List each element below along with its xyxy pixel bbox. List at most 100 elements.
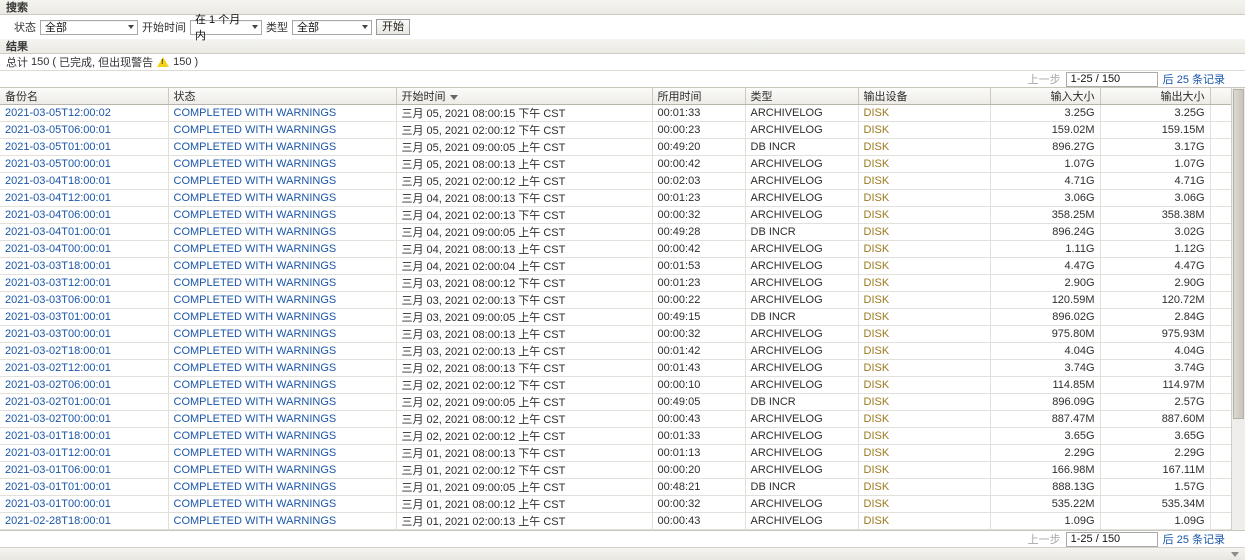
scrollbar-thumb[interactable]	[1233, 89, 1244, 419]
cell-output-device-link[interactable]: DISK	[864, 481, 890, 493]
column-header-duration[interactable]: 所用时间	[652, 88, 746, 105]
cell-output-device-link[interactable]: DISK	[864, 175, 890, 187]
cell-output-device[interactable]: DISK	[858, 478, 991, 496]
cell-output-device-link[interactable]: DISK	[864, 328, 890, 340]
cell-status-link[interactable]: COMPLETED WITH WARNINGS	[174, 413, 337, 425]
cell-status[interactable]: COMPLETED WITH WARNINGS	[168, 359, 397, 377]
cell-output-device-link[interactable]: DISK	[864, 243, 890, 255]
column-header-name[interactable]: 备份名	[0, 88, 169, 105]
column-header-type[interactable]: 类型	[745, 88, 859, 105]
cell-status[interactable]: COMPLETED WITH WARNINGS	[168, 444, 397, 462]
pager-range-select-top[interactable]: 1-25 / 150	[1065, 71, 1158, 87]
cell-status[interactable]: COMPLETED WITH WARNINGS	[168, 274, 397, 292]
cell-status-link[interactable]: COMPLETED WITH WARNINGS	[174, 192, 337, 204]
cell-output-device[interactable]: DISK	[858, 155, 991, 173]
cell-status-link[interactable]: COMPLETED WITH WARNINGS	[174, 464, 337, 476]
cell-backup-name[interactable]: 2021-03-05T06:00:01	[0, 121, 169, 139]
cell-status-link[interactable]: COMPLETED WITH WARNINGS	[174, 260, 337, 272]
cell-backup-name-link[interactable]: 2021-03-03T12:00:01	[5, 277, 111, 289]
cell-status[interactable]: COMPLETED WITH WARNINGS	[168, 308, 397, 326]
cell-output-device[interactable]: DISK	[858, 461, 991, 479]
cell-backup-name[interactable]: 2021-03-01T06:00:01	[0, 461, 169, 479]
cell-status[interactable]: COMPLETED WITH WARNINGS	[168, 104, 397, 122]
cell-output-device[interactable]: DISK	[858, 206, 991, 224]
cell-output-device[interactable]: DISK	[858, 359, 991, 377]
cell-backup-name[interactable]: 2021-03-02T06:00:01	[0, 376, 169, 394]
column-header-start[interactable]: 开始时间	[396, 88, 653, 105]
cell-output-device[interactable]: DISK	[858, 512, 991, 530]
cell-backup-name-link[interactable]: 2021-03-05T06:00:01	[5, 124, 111, 136]
cell-output-device-link[interactable]: DISK	[864, 141, 890, 153]
cell-status-link[interactable]: COMPLETED WITH WARNINGS	[174, 515, 337, 527]
cell-status-link[interactable]: COMPLETED WITH WARNINGS	[174, 107, 337, 119]
column-header-input-size[interactable]: 输入大小	[990, 88, 1101, 105]
cell-output-device[interactable]: DISK	[858, 138, 991, 156]
cell-status-link[interactable]: COMPLETED WITH WARNINGS	[174, 141, 337, 153]
cell-output-device[interactable]: DISK	[858, 257, 991, 275]
cell-status[interactable]: COMPLETED WITH WARNINGS	[168, 291, 397, 309]
cell-backup-name[interactable]: 2021-03-02T01:00:01	[0, 393, 169, 411]
cell-backup-name-link[interactable]: 2021-03-05T12:00:02	[5, 107, 111, 119]
cell-output-device-link[interactable]: DISK	[864, 379, 890, 391]
cell-status[interactable]: COMPLETED WITH WARNINGS	[168, 257, 397, 275]
cell-output-device-link[interactable]: DISK	[864, 209, 890, 221]
cell-backup-name[interactable]: 2021-03-04T01:00:01	[0, 223, 169, 241]
type-filter-select[interactable]: 全部	[292, 19, 372, 35]
cell-status[interactable]: COMPLETED WITH WARNINGS	[168, 172, 397, 190]
cell-output-device-link[interactable]: DISK	[864, 107, 890, 119]
cell-backup-name[interactable]: 2021-03-03T00:00:01	[0, 325, 169, 343]
cell-backup-name-link[interactable]: 2021-03-03T01:00:01	[5, 311, 111, 323]
cell-backup-name-link[interactable]: 2021-03-02T01:00:01	[5, 396, 111, 408]
cell-backup-name[interactable]: 2021-03-05T12:00:02	[0, 104, 169, 122]
cell-backup-name[interactable]: 2021-03-04T12:00:01	[0, 189, 169, 207]
cell-status-link[interactable]: COMPLETED WITH WARNINGS	[174, 294, 337, 306]
cell-output-device-link[interactable]: DISK	[864, 226, 890, 238]
search-go-button[interactable]: 开始	[376, 19, 410, 35]
cell-output-device[interactable]: DISK	[858, 291, 991, 309]
cell-output-device-link[interactable]: DISK	[864, 413, 890, 425]
cell-backup-name[interactable]: 2021-03-03T01:00:01	[0, 308, 169, 326]
cell-output-device[interactable]: DISK	[858, 444, 991, 462]
cell-status-link[interactable]: COMPLETED WITH WARNINGS	[174, 328, 337, 340]
cell-output-device-link[interactable]: DISK	[864, 260, 890, 272]
cell-status[interactable]: COMPLETED WITH WARNINGS	[168, 138, 397, 156]
cell-status[interactable]: COMPLETED WITH WARNINGS	[168, 427, 397, 445]
cell-output-device[interactable]: DISK	[858, 240, 991, 258]
cell-output-device-link[interactable]: DISK	[864, 464, 890, 476]
cell-backup-name-link[interactable]: 2021-03-03T06:00:01	[5, 294, 111, 306]
cell-backup-name[interactable]: 2021-03-03T18:00:01	[0, 257, 169, 275]
cell-backup-name-link[interactable]: 2021-03-03T18:00:01	[5, 260, 111, 272]
cell-status-link[interactable]: COMPLETED WITH WARNINGS	[174, 158, 337, 170]
cell-output-device-link[interactable]: DISK	[864, 362, 890, 374]
vertical-scrollbar[interactable]	[1231, 88, 1245, 530]
cell-status[interactable]: COMPLETED WITH WARNINGS	[168, 189, 397, 207]
cell-backup-name[interactable]: 2021-03-03T12:00:01	[0, 274, 169, 292]
cell-status[interactable]: COMPLETED WITH WARNINGS	[168, 495, 397, 513]
cell-backup-name-link[interactable]: 2021-03-05T00:00:01	[5, 158, 111, 170]
cell-backup-name-link[interactable]: 2021-03-01T12:00:01	[5, 447, 111, 459]
cell-backup-name-link[interactable]: 2021-03-04T06:00:01	[5, 209, 111, 221]
cell-backup-name-link[interactable]: 2021-03-04T18:00:01	[5, 175, 111, 187]
cell-status[interactable]: COMPLETED WITH WARNINGS	[168, 512, 397, 530]
cell-output-device-link[interactable]: DISK	[864, 124, 890, 136]
cell-backup-name[interactable]: 2021-03-01T01:00:01	[0, 478, 169, 496]
cell-backup-name-link[interactable]: 2021-03-02T18:00:01	[5, 345, 111, 357]
cell-status-link[interactable]: COMPLETED WITH WARNINGS	[174, 277, 337, 289]
cell-status[interactable]: COMPLETED WITH WARNINGS	[168, 155, 397, 173]
cell-backup-name-link[interactable]: 2021-03-05T01:00:01	[5, 141, 111, 153]
cell-output-device[interactable]: DISK	[858, 104, 991, 122]
cell-output-device[interactable]: DISK	[858, 274, 991, 292]
cell-status[interactable]: COMPLETED WITH WARNINGS	[168, 461, 397, 479]
cell-output-device-link[interactable]: DISK	[864, 345, 890, 357]
cell-status-link[interactable]: COMPLETED WITH WARNINGS	[174, 430, 337, 442]
cell-backup-name-link[interactable]: 2021-03-02T06:00:01	[5, 379, 111, 391]
cell-status-link[interactable]: COMPLETED WITH WARNINGS	[174, 362, 337, 374]
cell-status-link[interactable]: COMPLETED WITH WARNINGS	[174, 124, 337, 136]
column-header-device[interactable]: 输出设备	[858, 88, 991, 105]
cell-backup-name[interactable]: 2021-03-05T00:00:01	[0, 155, 169, 173]
cell-output-device[interactable]: DISK	[858, 189, 991, 207]
cell-status[interactable]: COMPLETED WITH WARNINGS	[168, 325, 397, 343]
cell-status-link[interactable]: COMPLETED WITH WARNINGS	[174, 345, 337, 357]
cell-backup-name[interactable]: 2021-03-02T18:00:01	[0, 342, 169, 360]
cell-output-device[interactable]: DISK	[858, 393, 991, 411]
